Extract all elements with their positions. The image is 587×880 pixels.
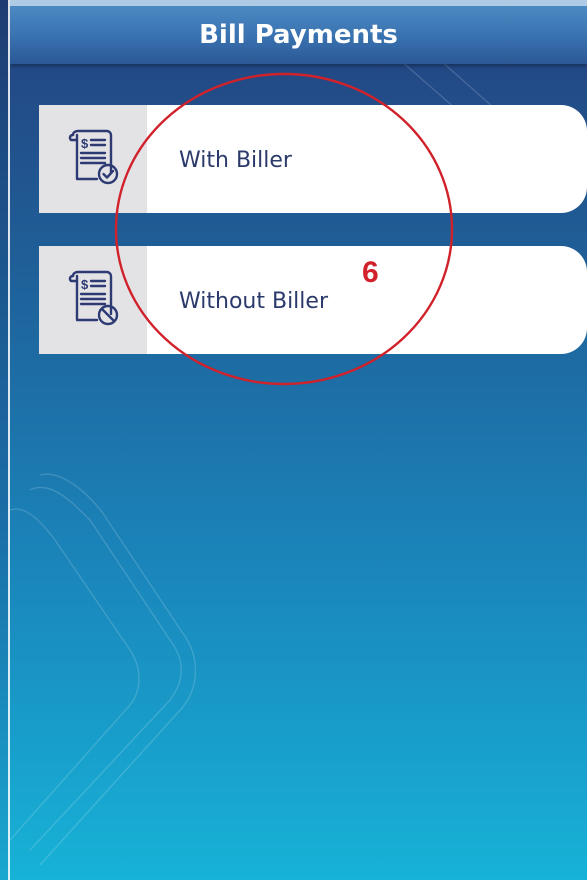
bill-check-icon: $ [68,129,119,185]
window-edge [0,0,10,880]
with-biller-label: With Biller [179,148,292,173]
annotation-number: 6 [362,256,379,289]
bill-block-icon: $ [68,270,119,326]
svg-text:$: $ [81,277,89,292]
with-biller-icon-box: $ [39,105,147,213]
with-biller-option[interactable]: $ With Biller [39,105,587,213]
without-biller-label: Without Biller [179,289,328,314]
without-biller-icon-box: $ [39,246,147,354]
bill-payments-screen: Bill Payments $ With Biller $ Without Bi… [10,0,587,880]
app-frame: Bill Payments $ With Biller $ Without Bi… [0,0,587,880]
header-bar: Bill Payments [10,0,587,64]
svg-text:$: $ [81,136,89,151]
without-biller-option[interactable]: $ Without Biller [39,246,587,354]
page-title: Bill Payments [199,20,398,50]
